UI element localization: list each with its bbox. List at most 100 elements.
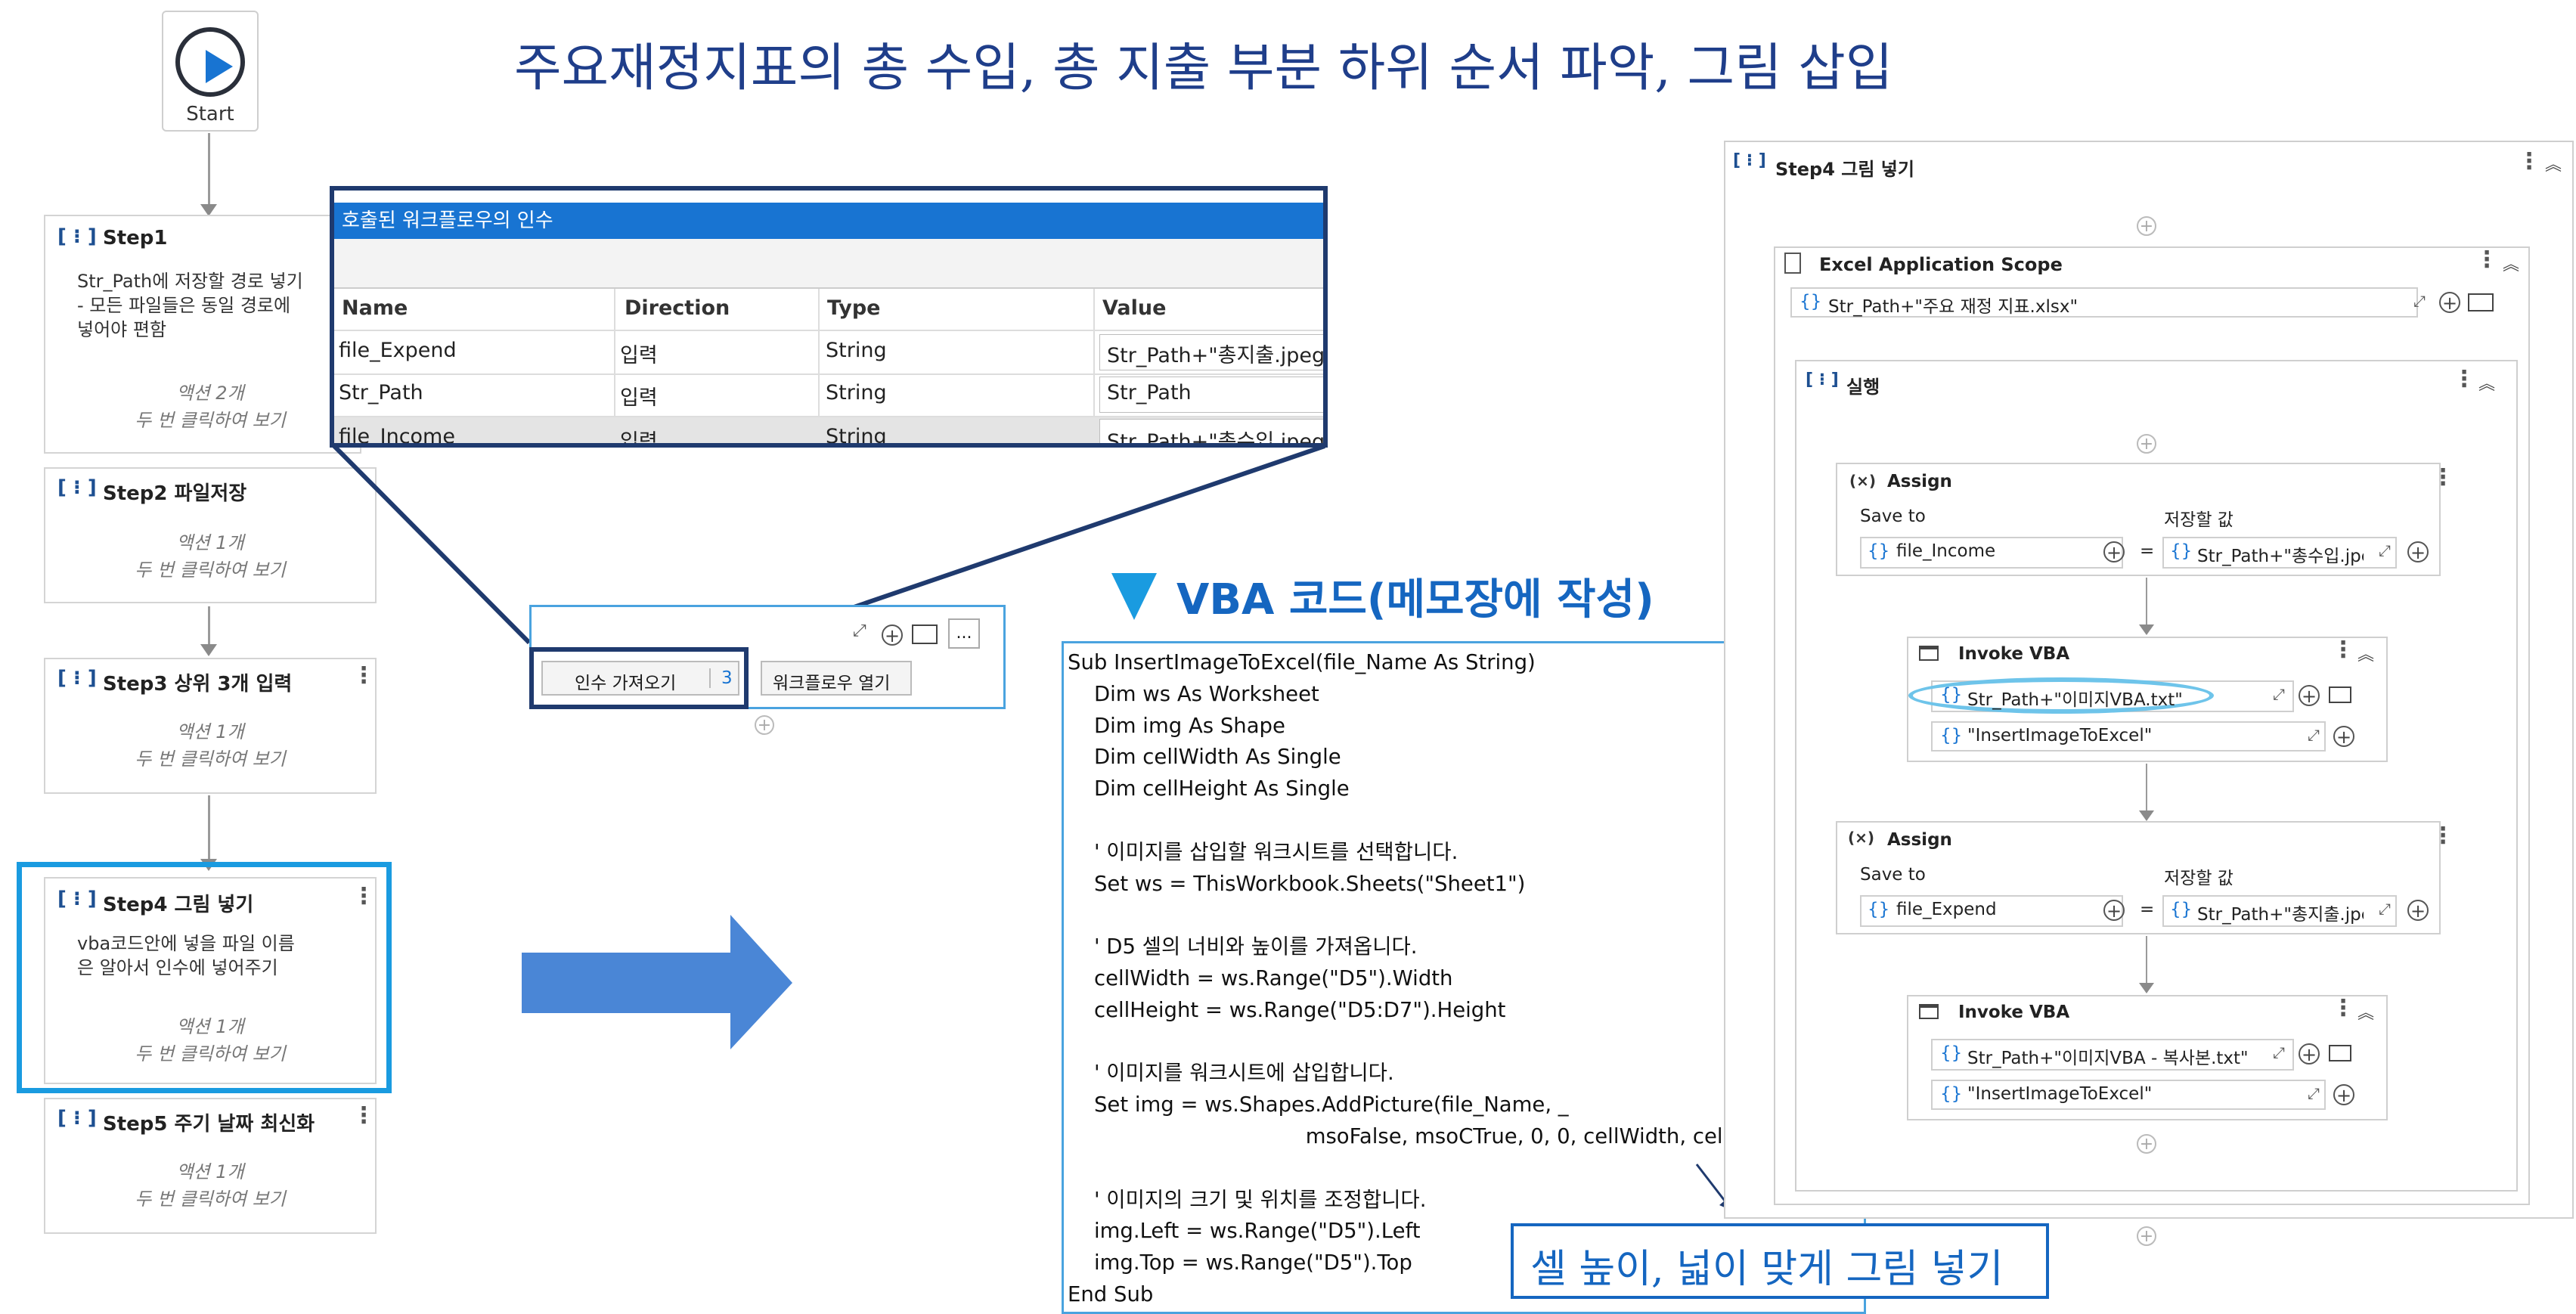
expand-icon[interactable]: ⤢ (2273, 1043, 2285, 1061)
folder-icon[interactable] (2468, 293, 2494, 311)
more-button[interactable]: ... (948, 618, 980, 649)
more-menu-icon[interactable]: ⋮ (2518, 148, 2540, 175)
add-icon[interactable]: + (2103, 541, 2125, 562)
add-icon[interactable]: + (2299, 1043, 2320, 1065)
collapse-icon[interactable]: ︽ (2357, 641, 2374, 665)
col-value: Value (1102, 296, 1167, 320)
col-name: Name (342, 296, 408, 320)
add-activity-icon[interactable]: + (2137, 216, 2156, 236)
arg-type: String (826, 425, 887, 448)
add-icon[interactable]: + (2103, 900, 2125, 921)
expand-icon[interactable]: ⤢ (2413, 292, 2426, 310)
document-icon (1784, 253, 1801, 274)
panel-title: Step4 그림 넣기 (1775, 159, 1914, 180)
assign-to-value: file_Expend (1896, 900, 1997, 919)
add-activity-icon[interactable]: + (2137, 434, 2156, 454)
expression-icon: {} (1940, 1084, 1963, 1104)
assign-icon: (×) (1848, 829, 1875, 847)
open-workflow-label: 워크플로우 열기 (773, 674, 891, 693)
expand-icon[interactable]: ⤢ (2308, 726, 2320, 744)
collapse-icon[interactable]: ︽ (2357, 999, 2374, 1024)
arg-value: Str_Path+"총수입.jpeg" (1107, 430, 1328, 448)
value-label: 저장할 값 (2164, 510, 2233, 530)
vba-heading: VBA 코드(메모장에 작성) (1176, 575, 1654, 624)
import-args-label: 인수 가져오기 (575, 674, 677, 693)
value-label: 저장할 값 (2164, 869, 2233, 888)
collapse-icon[interactable]: ︽ (2503, 251, 2519, 275)
big-right-arrow (522, 915, 792, 1049)
more-menu-icon[interactable]: ⋮ (2432, 823, 2454, 849)
scope-title: Excel Application Scope (1819, 254, 2063, 275)
expand-icon[interactable]: ⤢ (2379, 541, 2391, 559)
add-activity-icon[interactable]: + (2137, 1134, 2156, 1154)
sequence-icon: [ ⁝ ] (1733, 151, 1766, 170)
equals-sign: = (2140, 900, 2155, 919)
expand-icon[interactable]: ⤢ (2273, 685, 2285, 703)
assign-icon: (×) (1849, 472, 1877, 490)
collapse-icon[interactable]: ︽ (2478, 370, 2495, 395)
col-direction: Direction (625, 296, 730, 320)
do-title: 실행 (1846, 377, 1880, 398)
folder-icon[interactable] (912, 624, 938, 644)
more-menu-icon[interactable]: ⋮ (2432, 464, 2454, 491)
assign-title: Assign (1887, 830, 1952, 850)
annotation-text: 셀 높이, 넓이 맞게 그림 넣기 (1530, 1247, 2004, 1292)
workbook-path: Str_Path+"주요 재정 지표.xlsx" (1828, 297, 2078, 317)
add-icon[interactable]: + (2407, 900, 2429, 921)
arg-value: Str_Path+"총지출.jpeg" (1107, 344, 1328, 367)
expand-icon[interactable]: ⤢ (2379, 900, 2391, 918)
window-icon (1919, 646, 1939, 661)
expand-icon[interactable]: ⤢ (2308, 1084, 2320, 1102)
add-icon[interactable]: + (882, 624, 903, 646)
arg-type: String (826, 381, 887, 404)
add-icon[interactable]: + (2333, 726, 2354, 747)
more-menu-icon[interactable]: ⋮ (2475, 246, 2498, 273)
add-icon[interactable]: + (2333, 1084, 2354, 1105)
add-activity-icon[interactable]: + (755, 715, 774, 735)
sequence-icon: [ ⁝ ] (1806, 370, 1839, 389)
add-activity-icon[interactable]: + (2137, 1226, 2156, 1246)
add-icon[interactable]: + (2299, 685, 2320, 706)
col-type: Type (827, 296, 881, 320)
assign-title: Assign (1887, 472, 1952, 491)
folder-icon[interactable] (2329, 1045, 2351, 1061)
expand-icon[interactable]: ⤢ (853, 621, 866, 640)
assign-to-value: file_Income (1896, 541, 1996, 561)
vba-method: "InsertImageToExcel" (1967, 1084, 2153, 1104)
vba-file-path: Str_Path+"이미지VBA - 복사본.txt" (1967, 1049, 2249, 1068)
arg-type: String (826, 339, 887, 362)
popup-title: 호출된 워크플로우의 인수 (334, 203, 1323, 239)
add-icon[interactable]: + (2407, 541, 2429, 562)
equals-sign: = (2140, 541, 2155, 561)
expression-icon: {} (2170, 900, 2193, 919)
expression-icon: {} (1868, 541, 1890, 561)
arg-direction: 입력 (620, 344, 658, 367)
collapse-icon[interactable]: ︽ (2545, 151, 2562, 175)
expression-icon: {} (2170, 541, 2193, 561)
args-count-badge: 3 (709, 668, 733, 688)
assign-value: Str_Path+"총지출.jpeg (2197, 905, 2364, 925)
assign-value: Str_Path+"총수입.jpeg (2197, 547, 2364, 566)
arguments-popup: 호출된 워크플로우의 인수 Name Direction Type Value … (330, 186, 1328, 448)
arg-name: Str_Path (339, 381, 423, 404)
more-menu-icon[interactable]: ⋮ (2332, 637, 2354, 663)
arg-name: file_Income (339, 425, 455, 448)
triangle-marker-icon (1111, 573, 1157, 620)
more-menu-icon[interactable]: ⋮ (2453, 366, 2475, 392)
invoke-vba-title: Invoke VBA (1958, 1003, 2070, 1022)
vba-file-path: Str_Path+"이미지VBA.txt" (1967, 690, 2183, 710)
arg-direction: 입력 (620, 430, 658, 448)
expression-icon: {} (1940, 1043, 1963, 1063)
add-icon[interactable]: + (2439, 292, 2460, 313)
expression-icon: {} (1799, 292, 1822, 311)
vba-method: "InsertImageToExcel" (1967, 726, 2153, 745)
arg-name: file_Expend (339, 339, 457, 362)
save-to-label: Save to (1860, 865, 1926, 885)
window-icon (1919, 1004, 1939, 1019)
arg-direction: 입력 (620, 386, 658, 410)
more-menu-icon[interactable]: ⋮ (2332, 995, 2354, 1021)
expression-icon: {} (1868, 900, 1890, 919)
save-to-label: Save to (1860, 507, 1926, 526)
arg-value: Str_Path (1107, 381, 1192, 404)
folder-icon[interactable] (2329, 686, 2351, 703)
